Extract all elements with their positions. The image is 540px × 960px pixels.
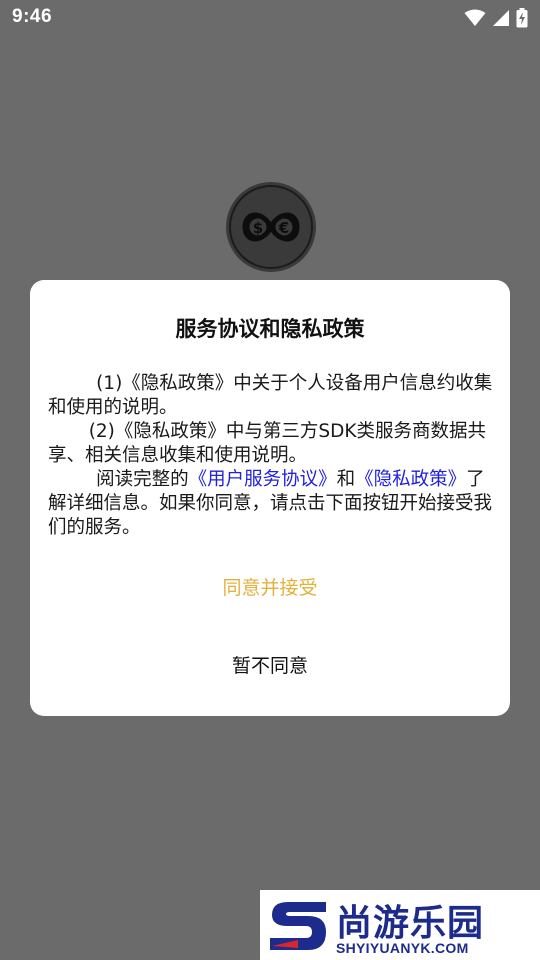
user-agreement-link[interactable]: 《用户服务协议》	[189, 469, 337, 490]
decline-button[interactable]: 暂不同意	[30, 648, 510, 684]
paragraph-3-prefix: 阅读完整的	[96, 469, 189, 490]
site-watermark: 尚游乐园 SHYIYUANYK.COM	[260, 890, 540, 960]
privacy-paragraph-2: (2)《隐私政策》中与第三方SDK类服务商数据共享、相关信息收集和使用说明。	[48, 421, 487, 466]
privacy-dialog: 服务协议和隐私政策 (1)《隐私政策》中关于个人设备用户信息约收集和使用的说明。…	[30, 280, 510, 716]
privacy-paragraph-3: 阅读完整的《用户服务协议》和《隐私政策》了解详细信息。如果你同意，请点击下面按钮…	[48, 468, 494, 540]
currency-exchange-icon: $ €	[226, 182, 316, 272]
accept-button[interactable]: 同意并接受	[30, 570, 510, 606]
battery-charging-icon	[516, 8, 528, 28]
dialog-title: 服务协议和隐私政策	[175, 317, 365, 341]
svg-text:$: $	[253, 219, 263, 237]
app-logo: $ €	[225, 181, 317, 273]
watermark-url: SHYIYUANYK.COM	[336, 940, 469, 956]
status-icons	[464, 8, 528, 28]
privacy-paragraph-1: (1)《隐私政策》中关于个人设备用户信息约收集和使用的说明。	[48, 373, 493, 418]
wifi-icon	[464, 9, 486, 26]
dialog-body: (1)《隐私政策》中关于个人设备用户信息约收集和使用的说明。 (2)《隐私政策》…	[48, 372, 494, 540]
privacy-policy-link[interactable]: 《隐私政策》	[355, 469, 466, 490]
status-time: 9:46	[12, 6, 53, 27]
watermark-logo-icon	[270, 902, 326, 950]
status-bar: 9:46	[0, 0, 540, 36]
watermark-title: 尚游乐园	[336, 903, 485, 944]
signal-icon	[493, 10, 509, 26]
paragraph-3-and: 和	[336, 469, 356, 490]
svg-text:€: €	[278, 219, 289, 237]
